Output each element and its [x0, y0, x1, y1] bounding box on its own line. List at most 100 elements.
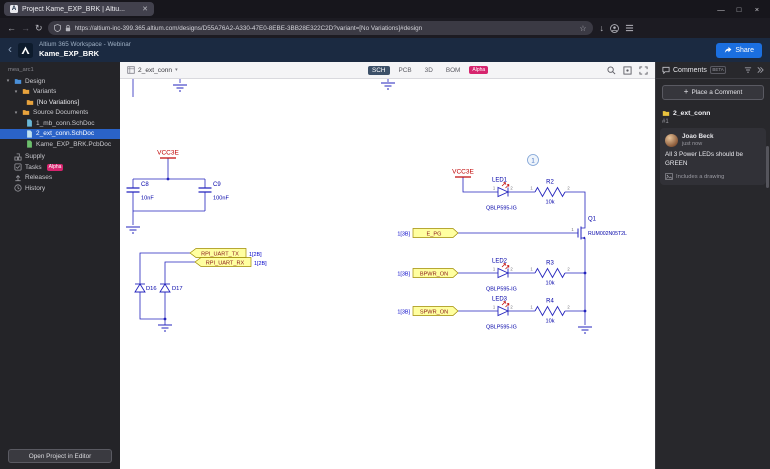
account-icon[interactable] [610, 23, 619, 33]
browser-tab-title: Project Kame_EXP_BRK | Altiu... [22, 5, 125, 13]
value-c9: 100nF [213, 196, 229, 202]
browser-tab-strip: A Project Kame_EXP_BRK | Altiu... ✕ — □ … [0, 0, 770, 18]
sidebar-item-schdoc-2-selected[interactable]: 2_ext_conn.SchDoc [0, 128, 120, 139]
comments-title: Comments [673, 66, 707, 74]
port-label-e-pg: E_PG [427, 231, 442, 237]
led2-symbol [497, 263, 510, 279]
comment-marker[interactable]: 1 [527, 154, 539, 166]
sidebar-item-history[interactable]: History [0, 183, 120, 194]
value-c8: 10nF [141, 196, 154, 202]
designator-q1: Q1 [588, 217, 597, 223]
bookmark-star-icon[interactable]: ☆ [579, 24, 586, 33]
comment-thread-doc[interactable]: 2_ext_conn [656, 104, 770, 119]
share-button[interactable]: Share [716, 42, 762, 58]
document-selector[interactable]: 2_ext_conn ▾ [127, 66, 178, 74]
svg-text:1: 1 [530, 186, 533, 191]
port-ref-rpi-uart-rx: 1[2B] [254, 261, 267, 267]
releases-icon [15, 174, 21, 181]
sidebar-item-supply[interactable]: Supply [0, 152, 120, 163]
sidebar-item-no-variations[interactable]: [No Variations] [0, 97, 120, 108]
designator-r3: R3 [546, 261, 554, 267]
folder-icon [26, 99, 34, 105]
collapse-panel-icon[interactable] [756, 66, 764, 74]
sidebar-top-label: mea_arc1 [8, 67, 34, 73]
chevron-down-icon[interactable]: ▾ [13, 110, 19, 116]
svg-text:1: 1 [493, 186, 496, 191]
altium-logo [18, 42, 33, 58]
schdoc-icon [27, 130, 32, 138]
designator-led1: LED1 [492, 178, 508, 184]
ground-symbol [126, 82, 592, 334]
fullscreen-icon[interactable] [639, 65, 648, 75]
designator-led3: LED3 [492, 297, 508, 303]
sidebar-item-variants[interactable]: ▾ Variants [0, 87, 120, 98]
workspace-label: Altium 365 Workspace - Webinar [39, 41, 131, 49]
browser-tab[interactable]: A Project Kame_EXP_BRK | Altiu... ✕ [4, 2, 154, 16]
designator-d17: D17 [172, 286, 183, 292]
project-sidebar: mea_arc1 ▾ Design ▾ Variants [No Variati… [0, 62, 120, 469]
led3-symbol [497, 301, 510, 317]
resistor-r2-symbol [534, 186, 566, 198]
tab-close-icon[interactable]: ✕ [142, 5, 148, 13]
lock-icon [65, 24, 70, 32]
search-icon[interactable] [607, 65, 616, 75]
svg-text:2: 2 [510, 305, 513, 310]
comments-scrollbar[interactable] [766, 146, 769, 188]
browser-action-icons: ↓ [600, 23, 635, 33]
part-led2: QBLP595-IG [486, 287, 517, 293]
sidebar-item-pcbdoc[interactable]: Kame_EXP_BRK.PcbDoc [0, 139, 120, 150]
app-back-icon[interactable]: ‹ [8, 43, 12, 55]
chevron-down-icon[interactable]: ▾ [5, 78, 11, 84]
part-q1: RUM002N05T2L [588, 231, 627, 237]
tasks-alpha-badge: Alpha [46, 163, 64, 171]
sidebar-item-schdoc-1[interactable]: 1_mb_conn.SchDoc [0, 118, 120, 129]
tab-bom[interactable]: BOM [442, 66, 465, 75]
shield-icon [53, 24, 61, 32]
screen: A Project Kame_EXP_BRK | Altiu... ✕ — □ … [0, 0, 770, 469]
place-comment-button[interactable]: + Place a Comment [662, 85, 764, 100]
tab-sch[interactable]: SCH [368, 65, 390, 75]
downloads-icon[interactable]: ↓ [600, 23, 605, 33]
value-r3: 10k [545, 281, 554, 287]
window-controls: — □ × [712, 0, 766, 18]
part-led3: QBLP595-IG [486, 325, 517, 331]
pcbdoc-icon [27, 140, 32, 148]
url-bar[interactable]: https://altium-inc-399.365.altium.com/de… [47, 21, 593, 35]
port-shapes [189, 228, 459, 316]
comment-attachment[interactable]: Includes a drawing [665, 173, 761, 180]
capacitor-c9-symbol [198, 187, 212, 193]
tasks-icon [14, 163, 22, 171]
back-icon[interactable]: ← [7, 23, 16, 33]
window-minimize-button[interactable]: — [712, 0, 730, 18]
viewer-area: 2_ext_conn ▾ SCH PCB 3D BOM Alpha VCC3E … [120, 62, 655, 469]
fit-view-icon[interactable] [623, 65, 632, 75]
sidebar-item-releases[interactable]: Releases [0, 173, 120, 184]
chevron-down-icon[interactable]: ▾ [13, 89, 19, 95]
sidebar-item-source-documents[interactable]: ▾ Source Documents [0, 108, 120, 119]
value-r2: 10k [545, 200, 554, 206]
main-layout: mea_arc1 ▾ Design ▾ Variants [No Variati… [0, 62, 770, 469]
sidebar-item-design[interactable]: ▾ Design [0, 76, 120, 87]
comment-author: Joao Beck [682, 133, 714, 140]
share-icon [725, 46, 732, 53]
filter-icon[interactable] [744, 66, 752, 74]
open-project-in-editor-button[interactable]: Open Project in Editor [8, 449, 112, 463]
menu-icon[interactable] [625, 24, 634, 32]
schematic-canvas[interactable]: VCC3E VCC3E C8 10nF C9 100nF D16 D17 RPI… [120, 79, 655, 469]
led1-symbol [497, 182, 510, 198]
window-close-button[interactable]: × [748, 0, 766, 18]
comment-card[interactable]: Joao Beck just now All 3 Power LEDs shou… [660, 128, 766, 186]
tab-3d[interactable]: 3D [421, 66, 437, 75]
svg-text:1: 1 [493, 305, 496, 310]
tab-pcb[interactable]: PCB [395, 66, 416, 75]
forward-icon[interactable]: → [21, 23, 30, 33]
designator-c8: C8 [141, 182, 149, 188]
reload-icon[interactable]: ↻ [35, 23, 43, 33]
port-label-bpwr-on: BPWR_ON [420, 271, 448, 277]
diode-d16-symbol [134, 283, 146, 293]
sidebar-item-tasks[interactable]: Tasks Alpha [0, 162, 120, 173]
window-maximize-button[interactable]: □ [730, 0, 748, 18]
schematic-wires [132, 79, 586, 325]
mosfet-q1-symbol [577, 226, 585, 240]
power-port-vcc3e [160, 157, 471, 178]
